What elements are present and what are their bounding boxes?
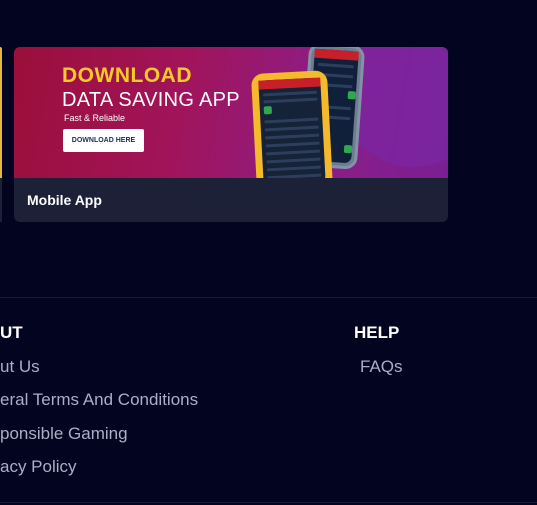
download-here-button[interactable]: DOWNLOAD HERE xyxy=(63,129,144,152)
about-heading: UT xyxy=(0,323,23,342)
page: DOWNLOAD DATA SAVING APP Fast & Reliable… xyxy=(0,0,537,505)
footer-link-faqs[interactable]: FAQs xyxy=(360,357,403,377)
help-heading: HELP xyxy=(354,323,400,342)
footer-link-about-us[interactable]: ut Us xyxy=(0,357,40,377)
footer-link-privacy-policy[interactable]: acy Policy xyxy=(0,457,77,477)
footer-link-terms[interactable]: eral Terms And Conditions xyxy=(0,390,198,410)
banner-title: DOWNLOAD xyxy=(62,64,192,87)
mobile-app-promo-card[interactable]: DOWNLOAD DATA SAVING APP Fast & Reliable… xyxy=(14,47,448,222)
banner-tagline: Fast & Reliable xyxy=(64,113,126,123)
banner-subtitle: DATA SAVING APP xyxy=(62,89,240,111)
promo-banner[interactable]: DOWNLOAD DATA SAVING APP Fast & Reliable… xyxy=(14,47,448,178)
footer-link-responsible-gaming[interactable]: ponsible Gaming xyxy=(0,424,128,444)
previous-promo-card[interactable] xyxy=(0,47,2,222)
footer-bottom-divider xyxy=(0,502,537,503)
card-caption[interactable]: Mobile App xyxy=(14,178,448,222)
footer-divider xyxy=(0,297,537,298)
phone-front-illustration xyxy=(250,70,334,178)
